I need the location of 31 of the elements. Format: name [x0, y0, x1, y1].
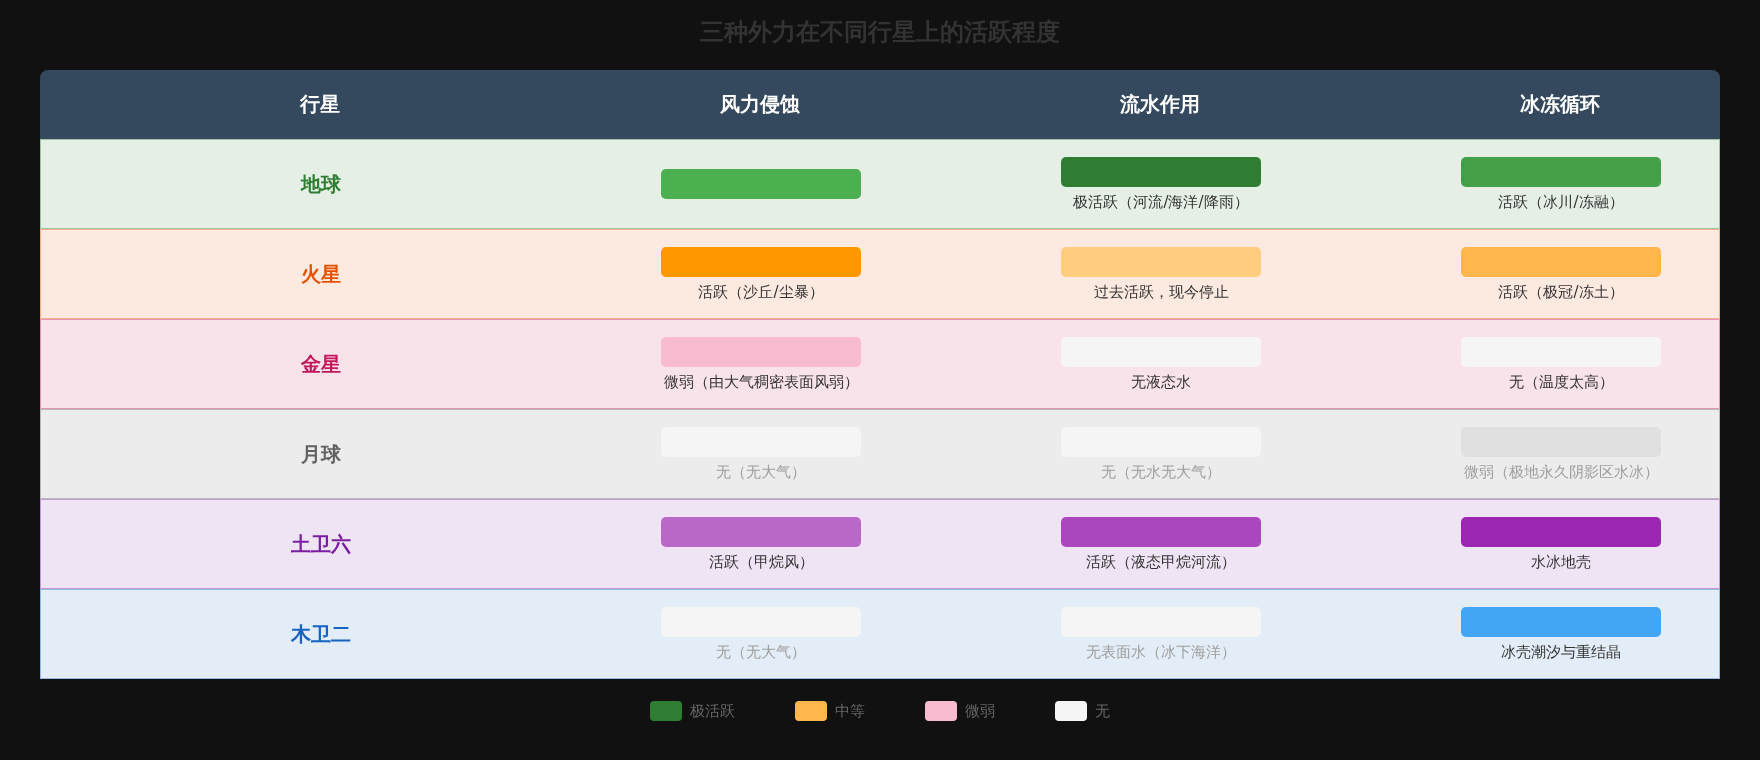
table-cell: 活跃（冰川/冻融）: [1498, 192, 1624, 212]
table-cell: 冰壳潮汐与重结晶: [1501, 642, 1621, 662]
column-header: 风力侵蚀: [720, 91, 800, 118]
legend-label: 无: [1095, 701, 1110, 721]
table-cell: 活跃（极冠/冻土）: [1498, 282, 1624, 302]
table-cell: 无液态水: [1131, 372, 1191, 392]
planet-name: 火星: [301, 260, 341, 288]
column-header: 行星: [300, 91, 340, 118]
table-cell: 无表面水（冰下海洋）: [1086, 642, 1236, 662]
legend-label: 微弱: [965, 701, 995, 721]
table-cell: 无（无大气）: [716, 642, 806, 662]
planet-name: 土卫六: [291, 530, 351, 558]
table-cell: 水冰地壳: [1531, 552, 1591, 572]
table-cell: 活跃（沙丘/尘暴）: [698, 282, 824, 302]
table-cell: 极活跃（河流/海洋/降雨）: [1073, 192, 1249, 212]
planet-name: 金星: [301, 350, 341, 378]
legend-label: 极活跃: [690, 701, 735, 721]
table-cell: 过去活跃，现今停止: [1093, 282, 1229, 302]
planet-name: 月球: [301, 440, 341, 468]
column-header: 流水作用: [1120, 91, 1200, 118]
legend-label: 中等: [835, 701, 865, 721]
table-cell: 活跃（甲烷风）: [708, 552, 814, 572]
table-cell: 无（无水无大气）: [1101, 462, 1221, 482]
table-cell: 活跃（液态甲烷河流）: [1086, 552, 1236, 572]
table-cell: 无（温度太高）: [1508, 372, 1614, 392]
table-cell: 微弱（极地永久阴影区水冰）: [1463, 462, 1659, 482]
table-cell: 无（无大气）: [716, 462, 806, 482]
table-cell: 微弱（由大气稠密表面风弱）: [663, 372, 859, 392]
planet-name: 地球: [301, 170, 341, 198]
column-header: 冰冻循环: [1520, 91, 1600, 118]
planet-name: 木卫二: [291, 620, 351, 648]
